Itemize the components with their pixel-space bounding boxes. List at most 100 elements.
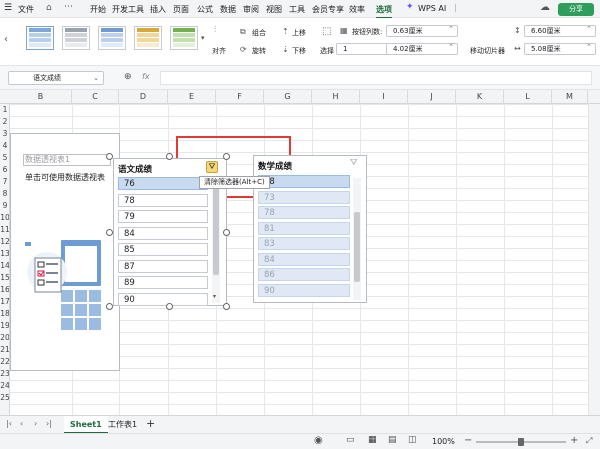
- fullscreen-icon[interactable]: ⤢: [586, 436, 592, 446]
- row-header-15[interactable]: 15: [0, 272, 9, 284]
- row-header-9[interactable]: 9: [0, 200, 9, 212]
- column-header-m[interactable]: M: [552, 90, 588, 104]
- menu-insert[interactable]: 插入: [150, 4, 166, 15]
- page-layout-icon[interactable]: ▤: [388, 435, 397, 445]
- column-header-d[interactable]: D: [119, 90, 168, 104]
- row-header-22[interactable]: 22: [0, 356, 9, 368]
- slicer-style-1[interactable]: [26, 26, 54, 50]
- fx-label[interactable]: fx: [142, 72, 150, 81]
- zoom-slider[interactable]: [476, 438, 566, 446]
- zoom-in-icon[interactable]: +: [570, 435, 578, 446]
- home-icon[interactable]: ⌂: [46, 3, 52, 13]
- send-backward-button[interactable]: 下移: [292, 46, 306, 56]
- button-width-input[interactable]: 4.02厘米: [386, 42, 458, 55]
- normal-view-icon[interactable]: ▦: [368, 435, 377, 445]
- menu-data[interactable]: 数据: [220, 4, 236, 15]
- menu-member[interactable]: 会员专享: [312, 4, 344, 15]
- menu-formula[interactable]: 公式: [197, 4, 213, 15]
- more-icon[interactable]: ⋯: [64, 2, 73, 12]
- slicer-math-scroll-thumb[interactable]: [354, 212, 360, 282]
- chevron-down-icon[interactable]: ⌄: [93, 72, 99, 84]
- slicer-math-item[interactable]: 84: [258, 252, 350, 266]
- menu-efficiency[interactable]: 效率: [349, 4, 365, 15]
- scroll-left-icon[interactable]: ‹: [4, 34, 8, 45]
- menu-view[interactable]: 视图: [266, 4, 282, 15]
- row-header-18[interactable]: 18: [0, 308, 9, 320]
- slicer-height-input[interactable]: 6.60厘米: [524, 24, 596, 37]
- column-header-l[interactable]: L: [504, 90, 552, 104]
- menu-file[interactable]: 文件: [18, 4, 34, 15]
- resize-handle[interactable]: [106, 229, 113, 236]
- row-header-10[interactable]: 10: [0, 212, 9, 224]
- row-header-12[interactable]: 12: [0, 236, 9, 248]
- bring-forward-button[interactable]: 上移: [292, 28, 306, 38]
- resize-handle[interactable]: [106, 153, 113, 160]
- row-header-7[interactable]: 7: [0, 176, 9, 188]
- slicer-width-input[interactable]: 5.08厘米: [524, 42, 596, 55]
- rotate-button[interactable]: 旋转: [252, 46, 266, 56]
- pivot-table-placeholder[interactable]: 数据透视表1 单击可使用数据透视表: [10, 133, 120, 371]
- slicer-style-3[interactable]: [98, 26, 126, 50]
- slicer-chinese-item[interactable]: 79: [118, 210, 208, 223]
- resize-handle[interactable]: [223, 153, 230, 160]
- column-header-h[interactable]: H: [312, 90, 360, 104]
- clear-filter-icon[interactable]: ⛛: [350, 158, 358, 168]
- slicer-math-item[interactable]: 73: [258, 190, 350, 204]
- zoom-slider-thumb[interactable]: [518, 438, 524, 446]
- resize-handle[interactable]: [223, 303, 230, 310]
- menu-tools[interactable]: 工具: [289, 4, 305, 15]
- first-sheet-icon[interactable]: |‹: [6, 419, 12, 428]
- column-header-i[interactable]: I: [360, 90, 408, 104]
- slicer-math-scrollbar[interactable]: [353, 178, 361, 300]
- vertical-scrollbar[interactable]: [588, 104, 600, 415]
- move-slicer-button[interactable]: 移动切片器: [470, 46, 505, 56]
- row-header-5[interactable]: 5: [0, 152, 9, 164]
- slicer-style-4[interactable]: [134, 26, 162, 50]
- row-header-6[interactable]: 6: [0, 164, 9, 176]
- menu-page[interactable]: 页面: [173, 4, 189, 15]
- row-header-8[interactable]: 8: [0, 188, 9, 200]
- row-header-23[interactable]: 23: [0, 368, 9, 380]
- slicer-math-item[interactable]: 78: [258, 175, 350, 188]
- style-gallery-dropdown-icon[interactable]: ▾: [201, 34, 205, 42]
- column-header-b[interactable]: B: [10, 90, 72, 104]
- slicer-math-item[interactable]: 81: [258, 221, 350, 235]
- row-header-21[interactable]: 21: [0, 344, 9, 356]
- last-sheet-icon[interactable]: ›|: [46, 419, 52, 428]
- zoom-search-icon[interactable]: ⊕: [124, 72, 132, 82]
- menu-developer[interactable]: 开发工具: [112, 4, 144, 15]
- slicer-math-item[interactable]: 83: [258, 237, 350, 250]
- row-header-19[interactable]: 19: [0, 320, 9, 332]
- slicer-math-scores[interactable]: 数学成绩 ⛛ 78 73 78 81 83 84 86 90: [253, 155, 367, 303]
- formula-input[interactable]: [160, 71, 592, 85]
- select-button[interactable]: 选择: [320, 46, 334, 56]
- slicer-chinese-scrollbar[interactable]: ▴ ▾: [212, 174, 220, 303]
- slicer-chinese-item[interactable]: 85: [118, 243, 208, 256]
- slicer-chinese-item[interactable]: 78: [118, 193, 208, 207]
- clear-filter-button[interactable]: ⛛: [206, 161, 218, 173]
- menu-options[interactable]: 选项: [376, 4, 392, 19]
- column-header-c[interactable]: C: [72, 90, 119, 104]
- resize-handle[interactable]: [166, 303, 173, 310]
- page-icon[interactable]: ▭: [346, 435, 355, 445]
- page-break-icon[interactable]: ◫: [408, 435, 417, 445]
- row-header-2[interactable]: 2: [0, 116, 9, 128]
- slicer-math-item[interactable]: 86: [258, 268, 350, 281]
- column-header-f[interactable]: F: [216, 90, 264, 104]
- cloud-icon[interactable]: ☁: [540, 2, 550, 13]
- row-header-14[interactable]: 14: [0, 260, 9, 272]
- resize-handle[interactable]: [223, 229, 230, 236]
- row-header-4[interactable]: 4: [0, 140, 9, 152]
- row-header-13[interactable]: 13: [0, 248, 9, 260]
- share-button[interactable]: 分享: [558, 3, 594, 16]
- slicer-chinese-scroll-thumb[interactable]: [213, 183, 219, 275]
- row-header-11[interactable]: 11: [0, 224, 9, 236]
- name-box[interactable]: 语文成绩 ⌄: [8, 71, 104, 85]
- slicer-math-item[interactable]: 90: [258, 283, 350, 297]
- row-header-1[interactable]: 1: [0, 104, 9, 116]
- row-header-24[interactable]: 24: [0, 380, 9, 392]
- menu-review[interactable]: 审阅: [243, 4, 259, 15]
- align-button[interactable]: 对齐: [212, 46, 226, 56]
- next-sheet-icon[interactable]: ›: [34, 419, 37, 428]
- row-header-3[interactable]: 3: [0, 128, 9, 140]
